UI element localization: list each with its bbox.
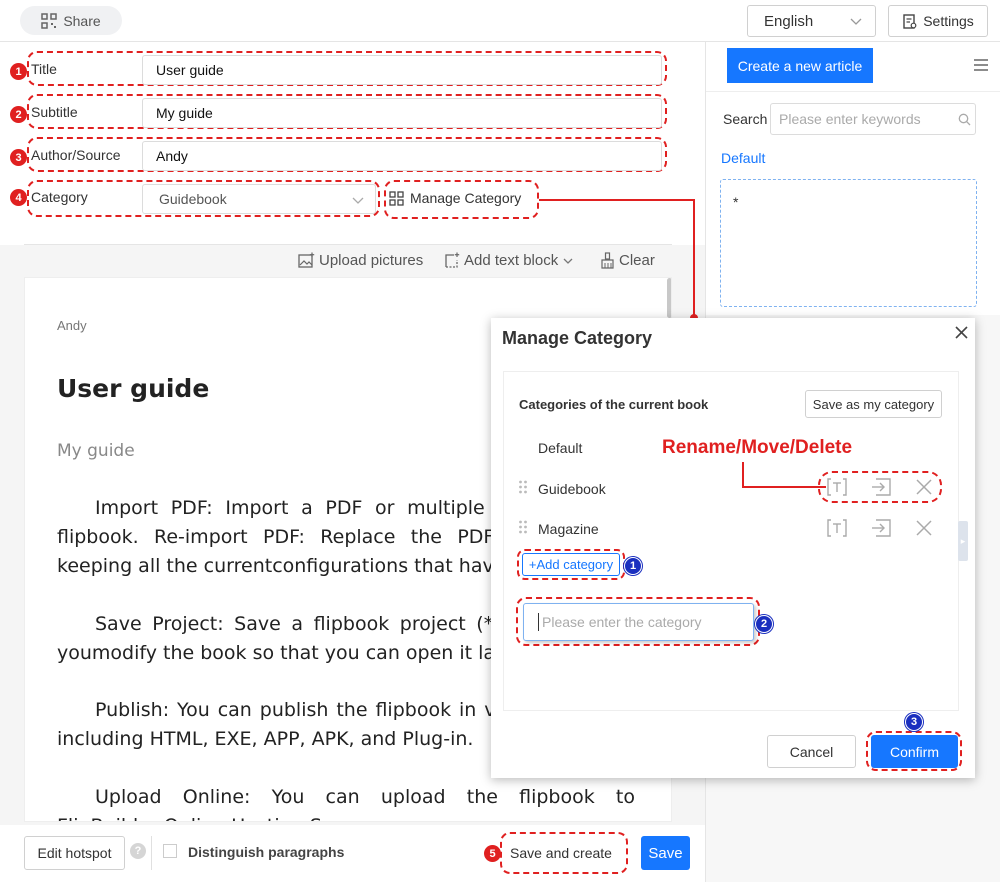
confirm-button[interactable]: Confirm — [871, 735, 958, 768]
category-item-guidebook[interactable]: Guidebook — [538, 481, 606, 497]
category-input-placeholder: Please enter the category — [542, 614, 702, 630]
modal-step-badge-1: 1 — [624, 557, 642, 575]
move-icon[interactable] — [870, 477, 892, 497]
magazine-actions — [826, 518, 934, 538]
category-name-input[interactable]: Please enter the category — [523, 603, 754, 641]
rename-icon[interactable] — [826, 518, 848, 538]
cancel-button[interactable]: Cancel — [767, 735, 856, 768]
rename-icon[interactable] — [826, 477, 848, 497]
modal-step-badge-2: 2 — [755, 615, 773, 633]
category-item-magazine[interactable]: Magazine — [538, 521, 599, 537]
guidebook-actions — [826, 477, 934, 497]
delete-icon[interactable] — [914, 477, 934, 497]
modal-step-badge-3: 3 — [905, 713, 923, 731]
category-item-default[interactable]: Default — [538, 440, 582, 456]
delete-icon[interactable] — [914, 518, 934, 538]
text-caret — [538, 613, 539, 631]
move-icon[interactable] — [870, 518, 892, 538]
drag-handle-icon[interactable] — [518, 520, 528, 534]
side-collapse-tab[interactable]: ▸ — [958, 521, 968, 561]
add-category-button[interactable]: +Add category — [522, 553, 620, 576]
drag-handle-icon[interactable] — [518, 480, 528, 494]
